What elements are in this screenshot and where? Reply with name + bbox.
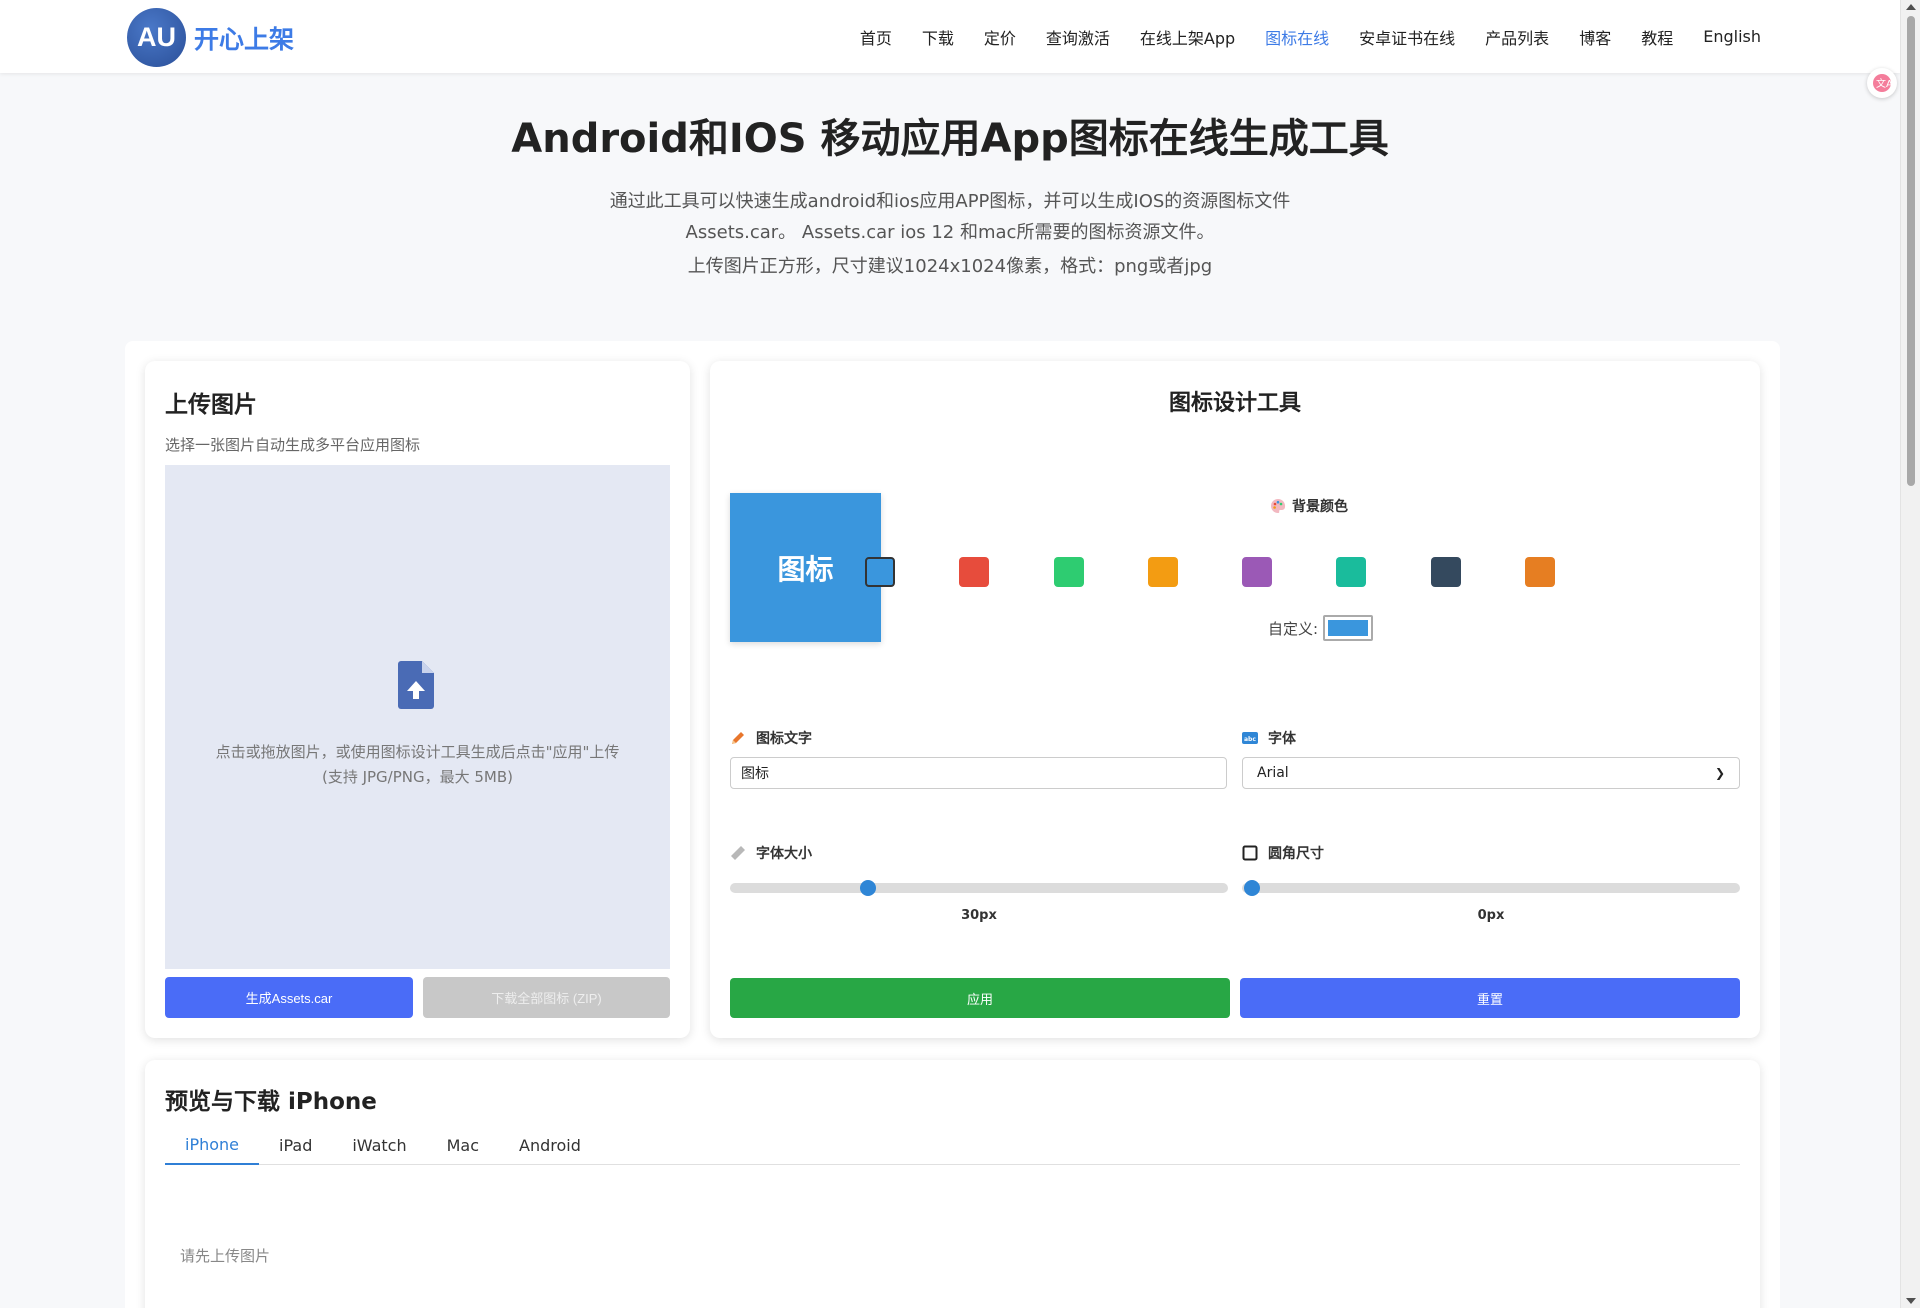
upload-title: 上传图片 [165,392,257,418]
dropzone-hint: 点击或拖放图片，或使用图标设计工具生成后点击"应用"上传 (支持 JPG/PNG… [165,740,670,790]
corner-radius-slider-thumb[interactable] [1244,880,1260,896]
scroll-up-icon[interactable] [1906,4,1916,10]
corner-radius-slider[interactable] [1242,880,1740,896]
svg-text:abc: abc [1244,736,1256,743]
color-swatch[interactable] [1525,557,1555,587]
color-swatch[interactable] [1242,557,1273,587]
corner-radius-label-text: 圆角尺寸 [1268,846,1324,862]
scroll-down-icon[interactable] [1906,1298,1916,1304]
logo-text: 开心上架 [194,24,295,54]
color-swatch[interactable] [1336,557,1367,587]
font-size-slider-thumb[interactable] [860,880,877,896]
nav-products[interactable]: 产品列表 [1485,25,1549,49]
icon-text-input[interactable]: 图标 [730,757,1227,789]
reset-button[interactable]: 重置 [1240,978,1740,1018]
custom-color-fill [1328,620,1369,636]
tab-iwatch[interactable]: iWatch [332,1125,426,1165]
upload-requirement-note: 上传图片正方形，尺寸建议1024x1024像素，格式：png或者jpg [687,256,1213,277]
nav-activation-query[interactable]: 查询激活 [1046,25,1110,49]
preview-title: 预览与下载 iPhone [165,1089,377,1115]
square-icon [1242,845,1258,861]
icon-preview: 图标 [730,493,881,642]
custom-color-picker[interactable] [1323,615,1374,641]
color-swatch[interactable] [865,557,895,587]
nav-home[interactable]: 首页 [860,25,892,49]
page-description: 通过此工具可以快速生成android和ios应用APP图标，并可以生成IOS的资… [609,191,1291,243]
icon-text-label-text: 图标文字 [756,731,812,747]
design-tool-title: 图标设计工具 [1168,391,1301,416]
font-size-value: 30px [961,908,997,923]
nav-pricing[interactable]: 定价 [984,25,1016,49]
nav-icon-online[interactable]: 图标在线 [1265,25,1329,49]
icon-text-label: 图标文字 [730,728,812,748]
color-swatch[interactable] [959,557,990,587]
font-select[interactable]: Arial ❯ [1242,757,1740,789]
tab-mac[interactable]: Mac [427,1125,499,1165]
bg-color-label-text: 背景颜色 [1292,499,1348,515]
tab-android[interactable]: Android [499,1125,601,1165]
tab-ipad[interactable]: iPad [259,1125,332,1165]
nav-android-cert[interactable]: 安卓证书在线 [1359,25,1455,49]
font-select-value: Arial [1257,765,1289,781]
bg-color-label: 背景颜色 [1270,496,1348,516]
font-size-slider[interactable] [730,880,1228,896]
page-scrollbar[interactable] [1900,0,1920,1308]
download-zip-button[interactable]: 下载全部图标 (ZIP) [423,977,670,1018]
color-swatch[interactable] [1430,557,1461,587]
nav-blog[interactable]: 博客 [1579,25,1611,49]
main-nav: 首页 下载 定价 查询激活 在线上架App 图标在线 安卓证书在线 产品列表 博… [830,0,1761,73]
upload-card: 上传图片 选择一张图片自动生成多平台应用图标 点击或拖放图片，或使用图标设计工具… [145,361,690,1038]
font-label-text: 字体 [1268,731,1296,747]
color-swatch[interactable] [1053,557,1084,587]
color-swatch[interactable] [1147,557,1178,587]
dropzone-hint-line1: 点击或拖放图片，或使用图标设计工具生成后点击"应用"上传 [215,743,620,761]
custom-color-row: 自定义: [1268,615,1374,641]
corner-radius-value: 0px [1477,908,1505,923]
font-size-label: 字体大小 [730,843,812,863]
ruler-icon [730,845,746,861]
top-navbar: AU 开心上架 首页 下载 定价 查询激活 在线上架App 图标在线 安卓证书在… [0,0,1900,73]
preview-download-card: 预览与下载 iPhone iPhone iPad iWatch Mac Andr… [145,1060,1760,1308]
corner-radius-label: 圆角尺寸 [1242,843,1324,863]
apply-button[interactable]: 应用 [730,978,1230,1018]
file-upload-icon [398,661,434,709]
custom-color-label: 自定义: [1268,619,1319,638]
logo-mark: AU [127,8,186,67]
image-dropzone[interactable]: 点击或拖放图片，或使用图标设计工具生成后点击"应用"上传 (支持 JPG/PNG… [165,465,670,969]
logo[interactable]: AU 开心上架 [127,8,294,67]
chevron-down-icon: ❯ [1714,766,1725,780]
nav-online-publish-app[interactable]: 在线上架App [1140,25,1235,49]
icon-design-card: 图标设计工具 图标 背景颜色 自定义: 图标文字 图标 abc 字体 Arial… [710,361,1760,1038]
pencil-icon [730,730,746,746]
scroll-thumb[interactable] [1907,16,1915,486]
tab-iphone[interactable]: iPhone [165,1125,260,1165]
platform-tabs: iPhone iPad iWatch Mac Android [165,1125,1740,1165]
page-title: Android和IOS 移动应用App图标在线生成工具 [511,116,1389,162]
dropzone-hint-line2: (支持 JPG/PNG，最大 5MB) [321,768,514,786]
nav-tutorial[interactable]: 教程 [1641,25,1673,49]
font-label: abc 字体 [1242,728,1296,748]
upload-subtitle: 选择一张图片自动生成多平台应用图标 [165,436,421,454]
palette-icon [1271,498,1286,513]
nav-download[interactable]: 下载 [922,25,954,49]
generate-assets-car-button[interactable]: 生成Assets.car [165,977,413,1018]
font-size-label-text: 字体大小 [756,846,812,862]
preview-empty-state: 请先上传图片 [180,1247,271,1265]
abc-icon: abc [1242,730,1258,746]
translate-icon[interactable]: 文A [1867,68,1897,98]
nav-english[interactable]: English [1703,27,1761,46]
svg-text:文A: 文A [1876,77,1892,90]
